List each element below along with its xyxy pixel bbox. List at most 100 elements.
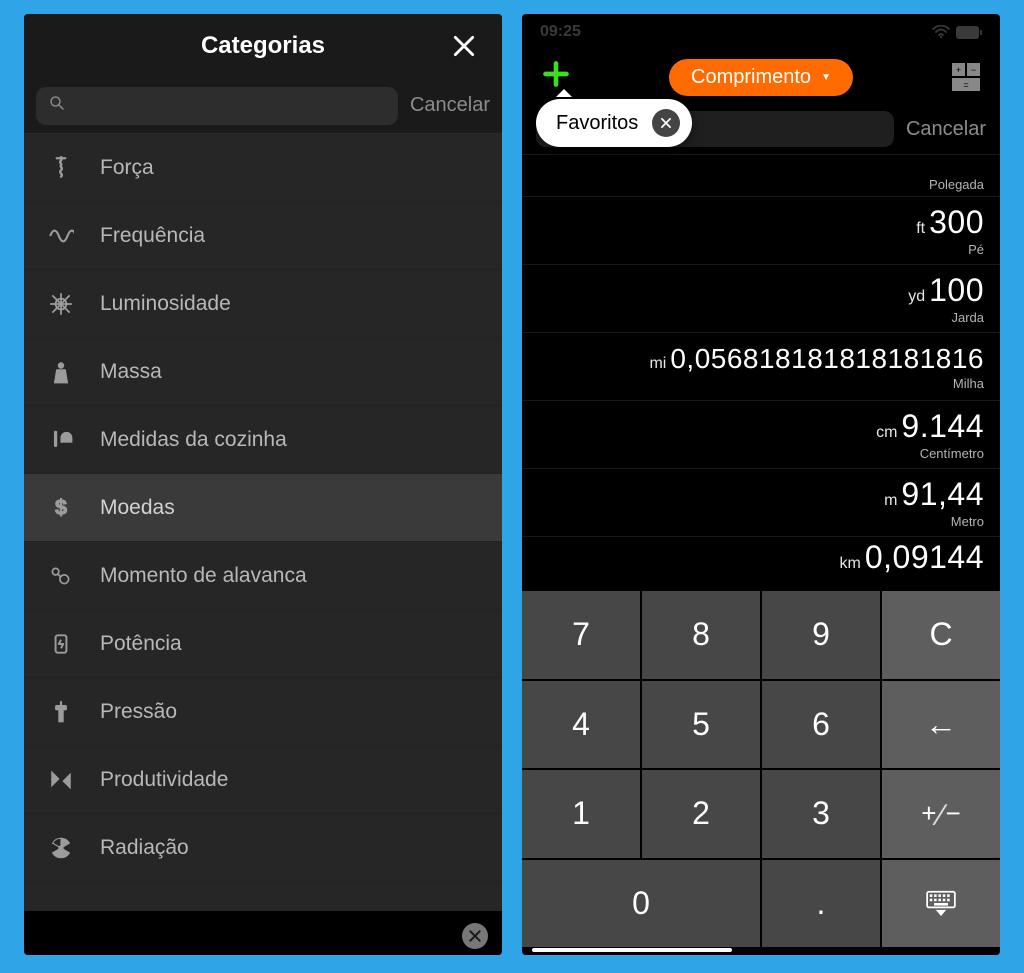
moedas-icon: $ bbox=[46, 495, 76, 521]
category-dropdown[interactable]: Comprimento ▼ bbox=[669, 59, 853, 96]
converter-screen: 09:25 Comprimento ▼ + − = Favoritos bbox=[522, 14, 1000, 955]
top-bar: Comprimento ▼ + − = bbox=[522, 50, 1000, 104]
conversion-value: mi0,056818181818181816 bbox=[649, 343, 984, 375]
key-8[interactable]: 8 bbox=[642, 591, 760, 679]
conversion-row-mi[interactable]: mi0,056818181818181816Milha bbox=[522, 332, 1000, 400]
unit-name: Metro bbox=[951, 514, 984, 529]
category-item-label: Produtividade bbox=[100, 768, 228, 792]
massa-icon bbox=[46, 359, 76, 385]
category-item-label: Potência bbox=[100, 632, 182, 656]
close-icon bbox=[467, 928, 483, 944]
category-item-potencia[interactable]: Potência bbox=[24, 610, 502, 678]
category-item-label: Frequência bbox=[100, 224, 205, 248]
keypad: 789C 456← 123 +∕− 0. bbox=[522, 589, 1000, 947]
category-item-luminosidade[interactable]: Luminosidade bbox=[24, 270, 502, 338]
search-icon bbox=[48, 94, 66, 117]
category-item-produtividade[interactable]: Produtividade bbox=[24, 746, 502, 814]
tooltip-close-button[interactable] bbox=[652, 109, 680, 137]
unit-abbr: mi bbox=[649, 355, 666, 373]
close-button[interactable] bbox=[448, 30, 480, 62]
unit-name: Jarda bbox=[951, 310, 984, 325]
key-4[interactable]: 4 bbox=[522, 681, 640, 769]
calc-cell-icon: = bbox=[952, 78, 980, 91]
search-row: Cancelar bbox=[24, 78, 502, 134]
key-keyboard[interactable] bbox=[882, 860, 1000, 948]
conversion-row-km[interactable]: km0,09144 bbox=[522, 536, 1000, 584]
category-item-massa[interactable]: Massa bbox=[24, 338, 502, 406]
unit-number: 0,056818181818181816 bbox=[670, 343, 984, 375]
key-3[interactable]: 3 bbox=[762, 770, 880, 858]
potencia-icon bbox=[46, 631, 76, 657]
plusminus-icon: +∕− bbox=[921, 797, 960, 831]
unit-abbr: cm bbox=[876, 424, 897, 442]
search-input[interactable] bbox=[36, 87, 398, 125]
unit-name: Centímetro bbox=[920, 446, 984, 461]
key-2[interactable]: 2 bbox=[642, 770, 760, 858]
search-cancel-button[interactable]: Cancelar bbox=[906, 118, 986, 141]
key-0[interactable]: 0 bbox=[522, 860, 760, 948]
category-item-momento[interactable]: Momento de alavanca bbox=[24, 542, 502, 610]
category-item-radiacao[interactable]: Radiação bbox=[24, 814, 502, 882]
category-dropdown-label: Comprimento bbox=[691, 66, 811, 89]
home-indicator bbox=[532, 948, 732, 952]
category-item-moedas[interactable]: $ Moedas bbox=[24, 474, 502, 542]
svg-text:$: $ bbox=[55, 495, 67, 520]
conversion-row-m[interactable]: m91,44Metro bbox=[522, 468, 1000, 536]
category-item-label: Luminosidade bbox=[100, 292, 231, 316]
category-item-label: Pressão bbox=[100, 700, 177, 724]
category-item-forca[interactable]: Força bbox=[24, 134, 502, 202]
unit-name: Polegada bbox=[929, 177, 984, 192]
unit-number: 91,44 bbox=[901, 476, 984, 513]
category-item-frequencia[interactable]: Frequência bbox=[24, 202, 502, 270]
pressao-icon bbox=[46, 699, 76, 725]
key-clear[interactable]: C bbox=[882, 591, 1000, 679]
category-item-label: Momento de alavanca bbox=[100, 564, 307, 588]
key-9[interactable]: 9 bbox=[762, 591, 880, 679]
key-backspace[interactable]: ← bbox=[882, 681, 1000, 769]
conversion-value: cm9.144 bbox=[876, 408, 984, 445]
footer bbox=[522, 947, 1000, 955]
forca-icon bbox=[46, 155, 76, 181]
calc-cell-icon: − bbox=[967, 63, 980, 76]
key-5[interactable]: 5 bbox=[642, 681, 760, 769]
unit-abbr: ft bbox=[916, 220, 925, 238]
chevron-down-icon: ▼ bbox=[821, 72, 831, 83]
favorites-tooltip: Favoritos bbox=[536, 99, 692, 147]
category-item-label: Medidas da cozinha bbox=[100, 428, 287, 452]
conversion-row-Polegada[interactable]: Polegada bbox=[522, 154, 1000, 196]
unit-abbr: yd bbox=[908, 288, 925, 306]
category-item-label: Força bbox=[100, 156, 154, 180]
category-item-cozinha[interactable]: Medidas da cozinha bbox=[24, 406, 502, 474]
conversion-row-cm[interactable]: cm9.144Centímetro bbox=[522, 400, 1000, 468]
key-plusminus[interactable]: +∕− bbox=[882, 770, 1000, 858]
unit-number: 100 bbox=[929, 272, 984, 309]
key-6[interactable]: 6 bbox=[762, 681, 880, 769]
conversion-value: m91,44 bbox=[884, 476, 984, 513]
calc-cell-icon: + bbox=[952, 63, 965, 76]
keyboard-icon bbox=[923, 890, 959, 916]
unit-number: 300 bbox=[929, 204, 984, 241]
key-decimal[interactable]: . bbox=[762, 860, 880, 948]
conversion-value: km0,09144 bbox=[840, 539, 985, 576]
category-item-label: Moedas bbox=[100, 496, 175, 520]
dismiss-button[interactable] bbox=[462, 923, 488, 949]
status-time: 09:25 bbox=[540, 23, 581, 41]
conversion-value: yd100 bbox=[908, 272, 984, 309]
category-item-pressao[interactable]: Pressão bbox=[24, 678, 502, 746]
calculator-toggle-button[interactable]: + − = bbox=[952, 63, 980, 91]
category-item-label: Massa bbox=[100, 360, 162, 384]
wifi-icon bbox=[932, 25, 950, 39]
tooltip-label: Favoritos bbox=[556, 112, 638, 135]
key-7[interactable]: 7 bbox=[522, 591, 640, 679]
search-cancel-button[interactable]: Cancelar bbox=[410, 94, 490, 117]
status-bar: 09:25 bbox=[522, 14, 1000, 50]
produtividade-icon bbox=[46, 767, 76, 793]
conversion-row-ft[interactable]: ft300Pé bbox=[522, 196, 1000, 264]
unit-abbr: m bbox=[884, 492, 897, 510]
key-1[interactable]: 1 bbox=[522, 770, 640, 858]
unit-number: 0,09144 bbox=[865, 539, 984, 576]
unit-name: Milha bbox=[953, 376, 984, 391]
unit-number: 9.144 bbox=[901, 408, 984, 445]
battery-icon bbox=[956, 26, 982, 39]
conversion-row-yd[interactable]: yd100Jarda bbox=[522, 264, 1000, 332]
